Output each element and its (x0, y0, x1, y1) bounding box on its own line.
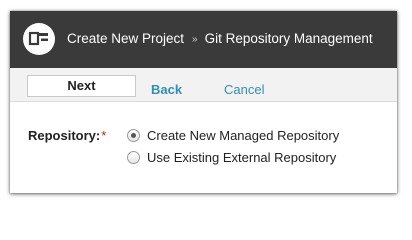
cancel-link[interactable]: Cancel (224, 82, 264, 98)
radio-button-unselected[interactable] (127, 151, 140, 164)
repository-field-label: Repository:* (28, 128, 106, 144)
wizard-toolbar: Next Back Cancel (10, 68, 397, 102)
required-marker: * (101, 128, 107, 143)
next-button[interactable]: Next (27, 75, 136, 97)
radio-label-create-new-managed[interactable]: Create New Managed Repository (147, 128, 339, 144)
breadcrumb-item-git-repository-management: Git Repository Management (204, 31, 373, 46)
breadcrumb-item-create-new-project[interactable]: Create New Project (67, 31, 184, 46)
breadcrumb-separator: » (192, 34, 198, 45)
repository-label-text: Repository: (28, 128, 101, 143)
radio-button-selected[interactable] (127, 129, 140, 142)
radio-label-use-existing-external[interactable]: Use Existing External Repository (147, 150, 336, 166)
wizard-dialog: Create New Project » Git Repository Manage… (10, 11, 397, 193)
back-link[interactable]: Back (151, 82, 182, 98)
app-logo-icon (23, 23, 55, 55)
title-bar: Create New Project » Git Repository Manage… (10, 11, 397, 68)
breadcrumb: Create New Project » Git Repository Manage… (67, 31, 373, 49)
